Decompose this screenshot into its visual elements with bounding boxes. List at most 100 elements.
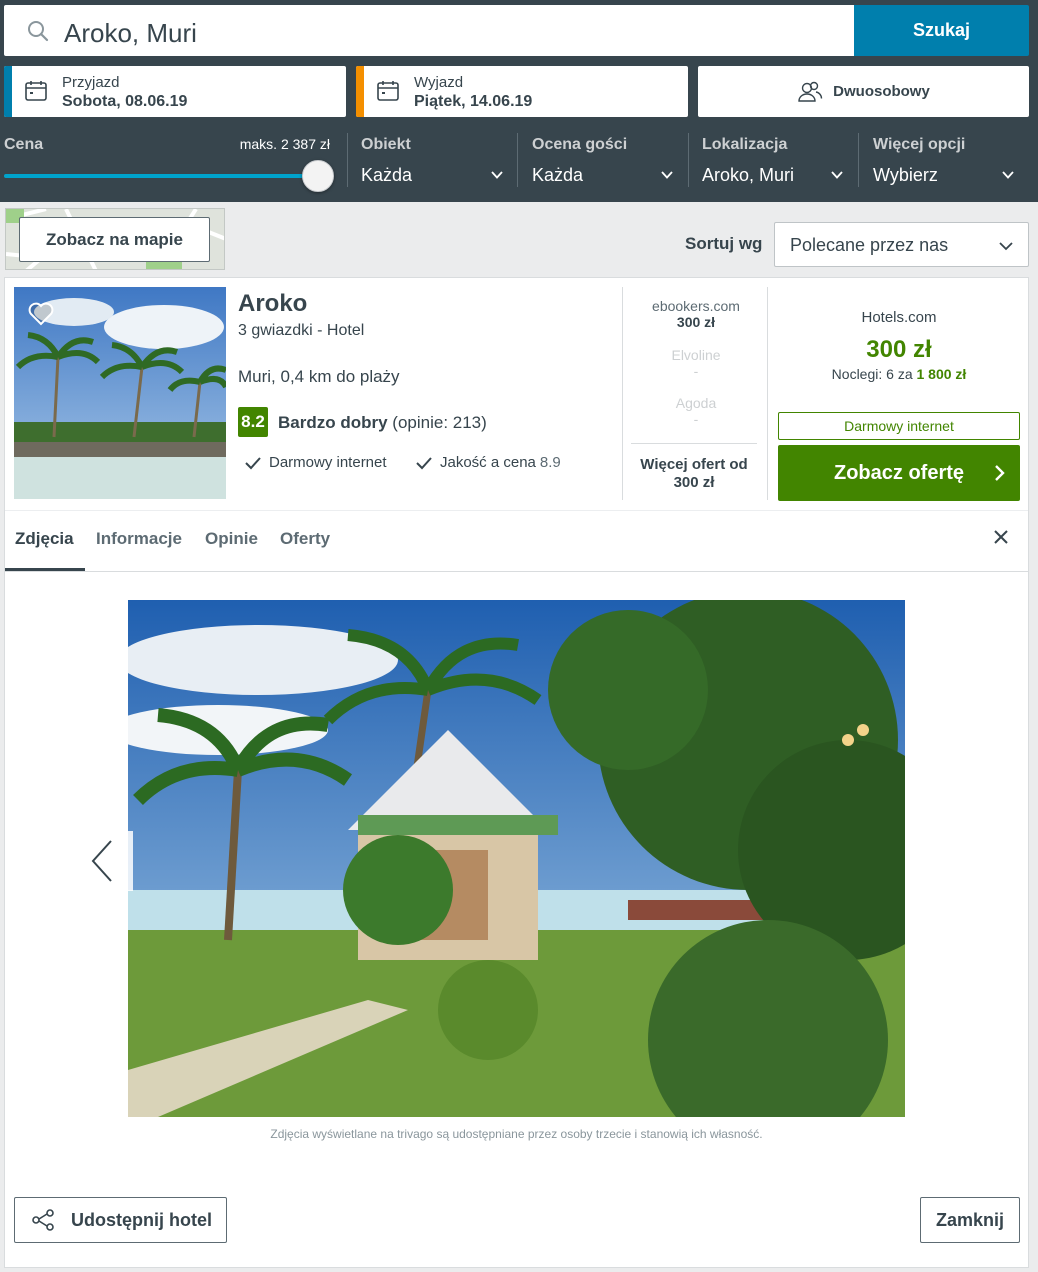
more-deals-link[interactable]: Więcej ofert od 300 zł (631, 443, 757, 492)
gallery-image (128, 600, 905, 1117)
best-deal-provider: Hotels.com (861, 309, 937, 326)
more-options-filter[interactable]: Więcej opcji Wybierz (873, 132, 1015, 190)
hotel-card: Aroko 3 gwiazdki - Hotel Muri, 0,4 km do… (4, 277, 1029, 1268)
chevron-down-icon (1002, 171, 1014, 179)
hotel-name[interactable]: Aroko (238, 290, 307, 318)
price-filter-label: Cena (4, 136, 44, 153)
close-icon[interactable] (994, 530, 1008, 544)
filter-divider (517, 133, 518, 187)
deal-price: - (693, 363, 699, 379)
gallery-prev-button[interactable] (85, 831, 133, 891)
filter-divider (688, 133, 689, 187)
checkout-field[interactable]: Wyjazd Piątek, 14.06.19 (356, 66, 688, 117)
location-filter[interactable]: Lokalizacja Aroko, Muri (702, 132, 844, 190)
deal-ebookers[interactable]: ebookers.com 300 zł (624, 298, 768, 330)
object-filter[interactable]: Obiekt Każda (361, 132, 504, 190)
deal-elvoline: Elvoline - (624, 347, 768, 379)
gallery-photo (128, 600, 905, 1117)
tab-reviews[interactable]: Opinie (205, 529, 258, 549)
checkmark-icon (416, 456, 432, 469)
more-options-label: Więcej opcji (873, 136, 966, 153)
price-filter: Cena maks. 2 387 zł (4, 132, 334, 192)
chevron-down-icon (831, 171, 843, 179)
object-filter-label: Obiekt (361, 136, 411, 153)
checkin-accent (4, 66, 12, 117)
calendar-icon (377, 81, 399, 101)
hotel-type: 3 gwiazdki - Hotel (238, 322, 365, 339)
amenity-value-label: Jakość a cena (440, 454, 536, 471)
checkin-field[interactable]: Przyjazd Sobota, 08.06.19 (4, 66, 346, 117)
amenity-wifi-label: Darmowy internet (269, 454, 387, 471)
share-hotel-button[interactable]: Udostępnij hotel (14, 1197, 227, 1243)
search-icon (28, 21, 49, 42)
share-icon (32, 1209, 54, 1231)
chevron-down-icon (491, 171, 503, 179)
tab-offers[interactable]: Oferty (280, 529, 330, 549)
search-input[interactable]: Aroko, Muri (4, 5, 854, 56)
sort-dropdown[interactable]: Polecane przez nas (774, 222, 1029, 267)
best-deal-nights: Noclegi: 6 za 1 800 zł (778, 366, 1020, 382)
price-slider-handle[interactable] (302, 160, 334, 192)
hotel-thumbnail[interactable] (14, 287, 226, 499)
rating-filter-value: Każda (532, 165, 584, 185)
price-max-value: maks. 2 387 zł (239, 136, 330, 152)
deal-name: Elvoline (671, 347, 721, 363)
checkin-value: Sobota, 08.06.19 (62, 93, 188, 110)
search-header: Aroko, Muri Szukaj Przyjazd Sobota, 08.0… (0, 0, 1038, 202)
tab-info[interactable]: Informacje (96, 529, 182, 549)
rating-filter-label: Ocena gości (532, 136, 628, 153)
deal-price: 300 zł (676, 314, 716, 330)
close-button[interactable]: Zamknij (920, 1197, 1020, 1243)
chevron-down-icon (661, 171, 673, 179)
more-deals-line1: Więcej ofert od (640, 456, 748, 473)
more-options-value: Wybierz (873, 165, 938, 185)
tab-photos[interactable]: Zdjęcia (15, 529, 74, 549)
deal-name: Agoda (675, 395, 717, 411)
share-hotel-label: Udostępnij hotel (71, 1209, 212, 1230)
search-button[interactable]: Szukaj (854, 5, 1029, 56)
checkmark-icon (245, 456, 261, 469)
view-offer-label: Zobacz ofertę (833, 461, 965, 484)
nights-prefix: Noclegi: 6 za (831, 366, 913, 382)
more-deals-line2: 300 zł (673, 474, 715, 491)
object-filter-value: Każda (361, 165, 413, 185)
nights-total: 1 800 zł (916, 366, 967, 382)
users-icon (798, 81, 823, 102)
checkout-label: Wyjazd (414, 74, 464, 91)
divider (622, 287, 623, 500)
photo-credit: Zdjęcia wyświetlane na trivago są udostę… (270, 1127, 763, 1141)
tabs-divider (5, 510, 1028, 511)
chevron-right-icon (995, 465, 1005, 481)
view-offer-button[interactable]: Zobacz ofertę (778, 445, 1020, 501)
best-deal-price: 300 zł (866, 336, 932, 363)
location-filter-label: Lokalizacja (702, 136, 788, 153)
deal-name: ebookers.com (652, 298, 740, 314)
room-type-selector[interactable]: Dwuosobowy (698, 66, 1029, 117)
rating-reviews: (opinie: 213) (392, 413, 487, 432)
rating-word: Bardzo dobry (278, 413, 388, 432)
checkin-label: Przyjazd (62, 74, 120, 91)
checkout-value: Piątek, 14.06.19 (414, 93, 533, 110)
rating-filter[interactable]: Ocena gości Każda (532, 132, 674, 190)
amenity-value-score: 8.9 (539, 454, 561, 471)
location-filter-value: Aroko, Muri (702, 165, 795, 185)
calendar-icon (25, 81, 47, 101)
room-type-label: Dwuosobowy (833, 83, 930, 100)
hotel-location: Muri, 0,4 km do plaży (238, 367, 400, 386)
amenity-value: Jakość a cena 8.9 (416, 454, 561, 471)
filter-divider (347, 133, 348, 187)
free-wifi-tag: Darmowy internet (778, 412, 1020, 440)
price-slider-track[interactable] (4, 174, 316, 178)
tabs-divider (5, 571, 1028, 572)
deal-price: - (693, 411, 699, 427)
favorite-heart-icon[interactable] (28, 302, 54, 326)
deal-agoda: Agoda - (624, 395, 768, 427)
checkout-accent (356, 66, 364, 117)
rating-score-badge: 8.2 (238, 407, 268, 437)
sort-label: Sortuj wg (685, 234, 763, 253)
chevron-left-icon (91, 840, 112, 882)
view-on-map-button[interactable]: Zobacz na mapie (19, 217, 210, 262)
filter-divider (858, 133, 859, 187)
rating-summary[interactable]: Bardzo dobry (opinie: 213) (278, 413, 487, 433)
chevron-down-icon (999, 242, 1013, 251)
